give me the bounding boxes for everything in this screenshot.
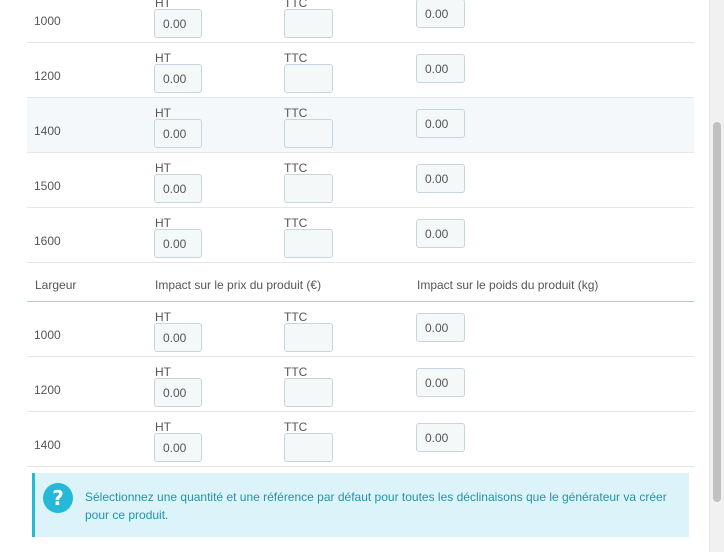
- weight-input[interactable]: [416, 164, 465, 193]
- price-ttc-input[interactable]: [284, 9, 333, 38]
- attribute-name-header: Largeur: [35, 278, 77, 292]
- page: 1000 HT TTC 1200 HT TTC 1400 HT TTC: [0, 0, 724, 552]
- attribute-value: 1400: [34, 438, 61, 452]
- price-ttc-input[interactable]: [284, 119, 333, 148]
- table-row: 1000 HT TTC: [27, 0, 694, 43]
- table-row: 1600 HT TTC: [27, 208, 694, 263]
- weight-input[interactable]: [416, 109, 465, 138]
- price-ttc-input[interactable]: [284, 323, 333, 352]
- ht-label: HT: [155, 216, 171, 230]
- ttc-label: TTC: [284, 106, 308, 120]
- info-alert: ? Sélectionnez une quantité et une référ…: [32, 473, 689, 537]
- ttc-label: TTC: [284, 365, 308, 379]
- price-ttc-input[interactable]: [284, 174, 333, 203]
- price-ttc-input[interactable]: [284, 433, 333, 462]
- price-ht-input[interactable]: [154, 229, 202, 258]
- ht-label: HT: [155, 420, 171, 434]
- price-ht-input[interactable]: [154, 119, 202, 148]
- price-ht-input[interactable]: [154, 9, 202, 38]
- ttc-label: TTC: [284, 420, 308, 434]
- ht-label: HT: [155, 161, 171, 175]
- weight-input[interactable]: [416, 0, 465, 28]
- price-ht-input[interactable]: [154, 174, 202, 203]
- attribute-value: 1000: [34, 14, 61, 28]
- attribute-value: 1200: [34, 383, 61, 397]
- table-row: 1200 HT TTC: [27, 357, 694, 412]
- table-row: 1500 HT TTC: [27, 153, 694, 208]
- price-ttc-input[interactable]: [284, 64, 333, 93]
- price-ht-input[interactable]: [154, 64, 202, 93]
- ttc-label: TTC: [284, 51, 308, 65]
- ht-label: HT: [155, 365, 171, 379]
- table-row: 1400 HT TTC: [27, 412, 694, 467]
- table-header: Largeur Impact sur le prix du produit (€…: [27, 263, 694, 302]
- attribute-value: 1600: [34, 234, 61, 248]
- weight-input[interactable]: [416, 368, 465, 397]
- ht-label: HT: [155, 106, 171, 120]
- ht-label: HT: [155, 51, 171, 65]
- table-row: 1000 HT TTC: [27, 302, 694, 357]
- attribute-value: 1400: [34, 124, 61, 138]
- weight-input[interactable]: [416, 219, 465, 248]
- price-ttc-input[interactable]: [284, 378, 333, 407]
- alert-message: Sélectionnez une quantité et une référen…: [85, 490, 667, 522]
- question-circle-icon: ?: [43, 483, 73, 513]
- attribute-value: 1000: [34, 328, 61, 342]
- price-impact-header: Impact sur le prix du produit (€): [155, 278, 322, 292]
- table-row: 1400 HT TTC: [27, 98, 694, 153]
- price-ttc-input[interactable]: [284, 229, 333, 258]
- page-scrollbar[interactable]: [709, 0, 724, 552]
- price-ht-input[interactable]: [154, 323, 202, 352]
- ttc-label: TTC: [284, 310, 308, 324]
- attribute-value: 1500: [34, 179, 61, 193]
- attribute-value: 1200: [34, 69, 61, 83]
- table-row: 1200 HT TTC: [27, 43, 694, 98]
- price-ht-input[interactable]: [154, 433, 202, 462]
- attribute-group-1: 1000 HT TTC 1200 HT TTC 1400 HT TTC: [27, 0, 694, 467]
- weight-input[interactable]: [416, 54, 465, 83]
- scrollbar-thumb[interactable]: [713, 122, 721, 502]
- ttc-label: TTC: [284, 161, 308, 175]
- weight-input[interactable]: [416, 313, 465, 342]
- weight-input[interactable]: [416, 423, 465, 452]
- weight-impact-header: Impact sur le poids du produit (kg): [417, 278, 599, 292]
- ttc-label: TTC: [284, 216, 308, 230]
- ht-label: HT: [155, 310, 171, 324]
- price-ht-input[interactable]: [154, 378, 202, 407]
